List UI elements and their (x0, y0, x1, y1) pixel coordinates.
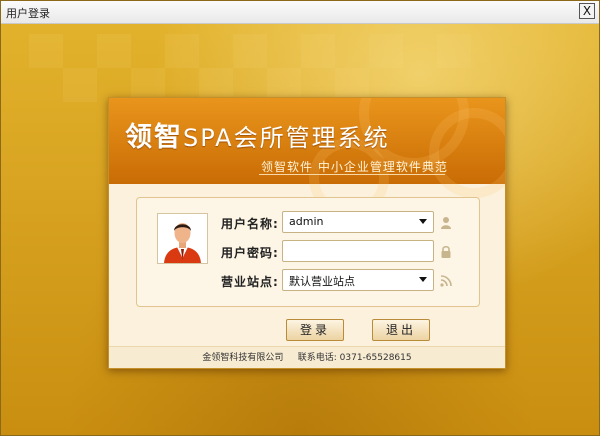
company-name: 金领智科技有限公司 (202, 353, 284, 363)
site-select[interactable]: 默认营业站点 (282, 269, 434, 291)
login-dialog: 领智SPA会所管理系统 领智软件 中小企业管理软件典范 用户名称: admin … (108, 97, 506, 369)
app-title: 领智SPA会所管理系统 (125, 115, 390, 154)
chevron-down-icon[interactable] (419, 219, 427, 224)
window-title: 用户登录 (6, 7, 50, 20)
header-banner: 领智SPA会所管理系统 领智软件 中小企业管理软件典范 (109, 98, 505, 218)
username-value: admin (289, 215, 324, 228)
background-tile (233, 34, 267, 68)
rss-feed-icon (439, 273, 453, 287)
slogan: 领智软件 中小企业管理软件典范 (261, 160, 448, 174)
background-tile (63, 68, 97, 102)
close-button[interactable]: X (579, 3, 595, 19)
user-avatar-icon (157, 213, 208, 264)
username-select[interactable]: admin (282, 211, 434, 233)
password-label: 用户密码: (221, 246, 279, 260)
background-tile (369, 34, 403, 68)
background-tile (437, 34, 471, 68)
background-tile (301, 34, 335, 68)
site-label: 营业站点: (221, 275, 279, 289)
username-label: 用户名称: (221, 217, 279, 231)
login-window: 用户登录 X 领智SPA会所管理系统 领智软件 中小企业管理软件典范 用户名称:… (0, 0, 600, 436)
system-name: SPA会所管理系统 (183, 124, 390, 152)
slogan-underline (259, 174, 445, 175)
background-canvas: 领智SPA会所管理系统 领智软件 中小企业管理软件典范 用户名称: admin … (1, 24, 599, 435)
footer: 金领智科技有限公司 联系电话: 0371-65528615 (109, 346, 505, 368)
chevron-down-icon[interactable] (419, 277, 427, 282)
background-tile (165, 34, 199, 68)
close-icon: X (582, 4, 592, 18)
person-icon (439, 215, 453, 229)
banner-swirl (429, 108, 505, 198)
background-tile (97, 34, 131, 68)
login-button[interactable]: 登录 (286, 319, 344, 341)
phone-number: 0371-65528615 (339, 353, 412, 363)
password-field[interactable] (282, 240, 434, 262)
exit-button[interactable]: 退出 (372, 319, 430, 341)
login-form-panel: 用户名称: admin 用户密码: 营业站点: 默认营业站点 (136, 197, 480, 307)
lock-icon (439, 244, 453, 258)
background-tile (29, 34, 63, 68)
brand-name: 领智 (125, 122, 183, 153)
title-bar[interactable]: 用户登录 X (1, 1, 599, 24)
site-value: 默认营业站点 (289, 275, 355, 288)
phone-label: 联系电话: (297, 353, 337, 363)
